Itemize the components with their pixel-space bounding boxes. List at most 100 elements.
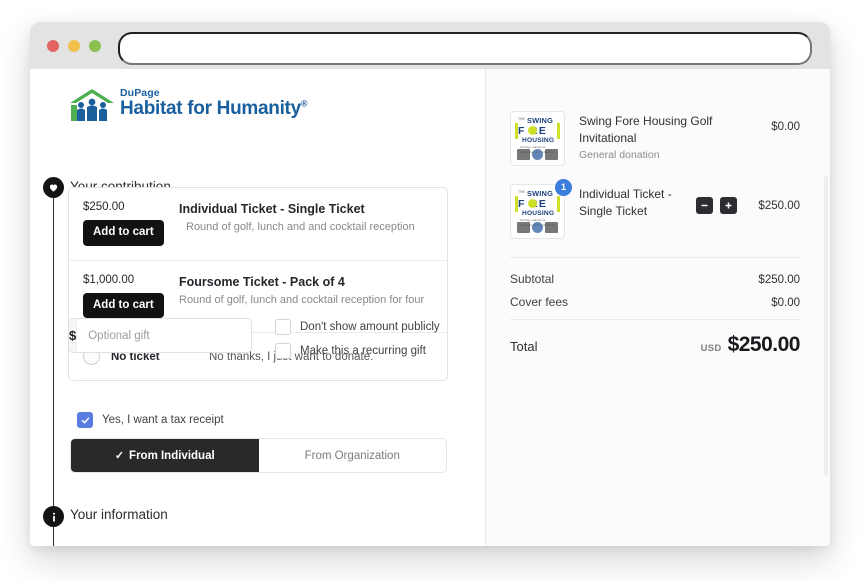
summary-label: Cover fees — [510, 295, 569, 309]
donor-type-toggle: ✓ From Individual From Organization — [70, 438, 447, 473]
checkbox-label: Make this a recurring gift — [300, 345, 426, 357]
tab-from-individual[interactable]: ✓ From Individual — [71, 439, 259, 472]
ticket-option-individual: $250.00 Add to cart Individual Ticket - … — [69, 188, 447, 261]
add-to-cart-button-individual[interactable]: Add to cart — [83, 220, 164, 246]
thumb-sponsor-logos — [517, 149, 558, 160]
thumb-housing-text: HOUSING — [522, 137, 555, 144]
minus-icon — [701, 204, 708, 207]
sponsor-logo-icon — [532, 222, 543, 233]
thumb-the-text: THE — [518, 117, 525, 121]
checkbox-dont-show-amount[interactable]: Don't show amount publicly — [275, 319, 440, 335]
maximize-icon[interactable] — [89, 40, 101, 52]
golf-ball-icon — [527, 126, 537, 135]
summary-row-subtotal: Subtotal $250.00 — [510, 272, 800, 286]
tax-receipt-label: Yes, I want a tax receipt — [102, 414, 224, 426]
cart-item: THE SWING F RE HOUSING DuPage Habitat fo… — [510, 178, 800, 239]
grand-total-label: Total — [510, 339, 538, 354]
tax-receipt-row[interactable]: Yes, I want a tax receipt — [77, 412, 224, 428]
org-logo: DuPage Habitat for Humanity® — [68, 87, 318, 125]
currency-symbol-icon: $ — [69, 319, 78, 352]
cart-item-title: Swing Fore Housing Golf Invitational — [579, 114, 713, 145]
optional-gift-input[interactable] — [77, 319, 251, 352]
heart-icon — [43, 177, 64, 198]
cart-item: THE SWING F RE HOUSING DuPage Habitat fo… — [510, 111, 800, 166]
event-thumbnail: THE SWING F RE HOUSING DuPage Habitat fo… — [510, 111, 565, 166]
sponsor-logo-icon — [517, 149, 530, 160]
registered-mark: ® — [300, 98, 308, 109]
scrollbar-thumb[interactable] — [824, 176, 828, 476]
cart-item-price: $0.00 — [771, 121, 800, 133]
close-icon[interactable] — [47, 40, 59, 52]
section-title-information: Your information — [70, 507, 168, 522]
gift-checkbox-group: Don't show amount publicly Make this a r… — [275, 318, 440, 359]
ticket-title: Individual Ticket - Single Ticket — [179, 202, 365, 216]
grand-total-right: USD $250.00 — [700, 333, 801, 357]
total-divider — [510, 319, 800, 320]
checkbox-recurring-gift[interactable]: Make this a recurring gift — [275, 343, 440, 359]
sponsor-logo-icon — [545, 222, 558, 233]
cart: THE SWING F RE HOUSING DuPage Habitat fo… — [510, 111, 801, 357]
thumb-accent-right — [557, 196, 560, 212]
optional-gift-field[interactable]: $ — [68, 318, 252, 353]
tab-from-individual-label: From Individual — [129, 449, 215, 462]
plus-icon — [725, 202, 732, 209]
thumb-housing-text: HOUSING — [522, 210, 555, 217]
summary-row-cover-fees: Cover fees $0.00 — [510, 295, 800, 309]
timeline-line — [53, 181, 54, 546]
habitat-logo-icon — [70, 89, 114, 121]
thumb-sponsor-logos — [517, 222, 558, 233]
checkbox-label: Don't show amount publicly — [300, 321, 440, 333]
grand-total-value: $250.00 — [727, 333, 801, 356]
cart-item-right: $0.00 — [744, 111, 800, 133]
ticket-left-col: $1,000.00 Add to cart — [83, 273, 179, 318]
tab-from-organization-label: From Organization — [304, 449, 400, 462]
tab-from-organization[interactable]: From Organization — [259, 439, 447, 472]
ticket-right-col: Individual Ticket - Single Ticket Round … — [179, 201, 415, 246]
ticket-left-col: $250.00 Add to cart — [83, 201, 179, 246]
traffic-lights — [47, 40, 101, 52]
currency-code: USD — [700, 343, 722, 354]
checkbox-box[interactable] — [275, 319, 291, 335]
ticket-description: Round of golf, lunch and cocktail recept… — [179, 293, 425, 306]
cart-totals: Subtotal $250.00 Cover fees $0.00 Total … — [510, 258, 801, 357]
grand-total-row: Total USD $250.00 — [510, 333, 801, 357]
address-bar[interactable] — [118, 32, 812, 65]
tax-receipt-checkbox[interactable] — [77, 412, 93, 428]
ticket-price: $1,000.00 — [83, 273, 135, 286]
check-icon: ✓ — [114, 450, 125, 462]
page-content: DuPage Habitat for Humanity® Your contri… — [30, 69, 830, 546]
cart-summary-pane: THE SWING F RE HOUSING DuPage Habitat fo… — [486, 69, 830, 546]
sponsor-logo-icon — [532, 149, 543, 160]
logo-main-text: Habitat for Humanity® — [120, 98, 308, 119]
increase-quantity-button[interactable] — [720, 197, 737, 214]
cart-item-right: $250.00 — [696, 184, 800, 214]
thumb-swing-text: SWING — [527, 189, 554, 198]
checkbox-box[interactable] — [275, 343, 291, 359]
summary-label: Subtotal — [510, 272, 555, 286]
cart-item-price: $250.00 — [758, 199, 800, 212]
screenshot-stage: DuPage Habitat for Humanity® Your contri… — [0, 0, 860, 581]
info-icon — [43, 506, 64, 527]
optional-gift-row: $ Don't show amount publicly Make this a… — [68, 318, 446, 359]
decrease-quantity-button[interactable] — [696, 197, 713, 214]
thumbnail-art: THE SWING F RE HOUSING DuPage Habitat fo… — [514, 188, 561, 235]
cart-item-body: Swing Fore Housing Golf Invitational Gen… — [565, 111, 744, 161]
donation-form-pane: DuPage Habitat for Humanity® Your contri… — [30, 69, 486, 546]
summary-value: $250.00 — [758, 274, 800, 286]
ticket-right-col: Foursome Ticket - Pack of 4 Round of gol… — [179, 274, 424, 319]
ticket-description: Round of golf, lunch and and cocktail re… — [186, 221, 415, 233]
sponsor-logo-icon — [517, 222, 530, 233]
thumb-accent-right — [557, 123, 560, 139]
cart-item-title: Individual Ticket - Single Ticket — [579, 187, 672, 218]
thumb-swing-text: SWING — [527, 116, 554, 125]
sponsor-logo-icon — [545, 149, 558, 160]
cart-item-quantity-badge: 1 — [554, 178, 573, 197]
add-to-cart-button-foursome[interactable]: Add to cart — [83, 292, 164, 318]
ticket-title: Foursome Ticket - Pack of 4 — [179, 274, 345, 289]
ticket-price: $250.00 — [83, 201, 125, 213]
minimize-icon[interactable] — [68, 40, 80, 52]
cart-item-body: Individual Ticket - Single Ticket — [565, 184, 696, 219]
browser-titlebar — [30, 22, 830, 69]
scrollbar-track[interactable] — [824, 116, 829, 544]
summary-value: $0.00 — [771, 297, 800, 309]
